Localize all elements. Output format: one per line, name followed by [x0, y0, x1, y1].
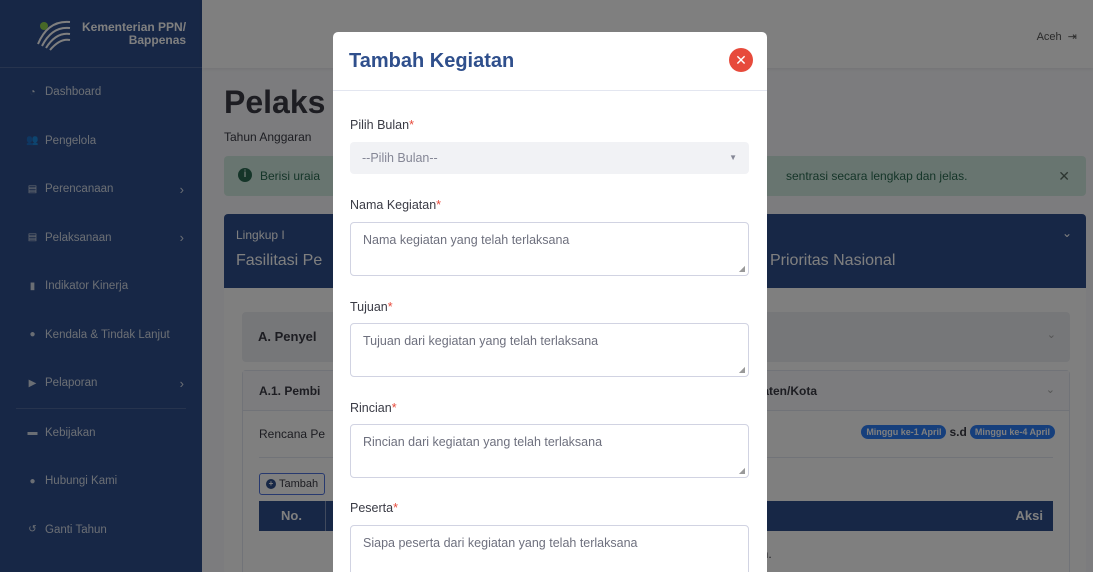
- month-select[interactable]: --Pilih Bulan-- ▼: [350, 142, 749, 174]
- modal-title: Tambah Kegiatan: [349, 50, 515, 72]
- resize-grip-icon[interactable]: ◢: [739, 264, 745, 273]
- peserta-label: Peserta*: [350, 501, 398, 515]
- rincian-label: Rincian*: [350, 401, 397, 415]
- peserta-placeholder: Siapa peserta dari kegiatan yang telah t…: [363, 536, 638, 550]
- nama-label-text: Nama Kegiatan: [350, 198, 437, 212]
- tujuan-label: Tujuan*: [350, 300, 393, 314]
- nama-kegiatan-placeholder: Nama kegiatan yang telah terlaksana: [363, 233, 570, 247]
- required-mark: *: [391, 401, 397, 415]
- close-icon[interactable]: ✕: [729, 48, 753, 72]
- modal-header: Tambah Kegiatan ✕: [333, 32, 767, 91]
- required-mark: *: [409, 118, 414, 132]
- tujuan-placeholder: Tujuan dari kegiatan yang telah terlaksa…: [363, 334, 599, 348]
- rincian-label-text: Rincian: [350, 401, 392, 415]
- add-activity-modal: Tambah Kegiatan ✕ Pilih Bulan* --Pilih B…: [333, 32, 767, 572]
- peserta-label-text: Peserta: [350, 501, 394, 515]
- required-mark: *: [436, 198, 442, 212]
- tujuan-label-text: Tujuan: [350, 300, 388, 314]
- tujuan-field[interactable]: Tujuan dari kegiatan yang telah terlaksa…: [350, 323, 749, 377]
- required-mark: *: [393, 501, 398, 515]
- nama-kegiatan-field[interactable]: Nama kegiatan yang telah terlaksana ◢: [350, 222, 749, 276]
- resize-grip-icon[interactable]: ◢: [739, 466, 745, 475]
- nama-label: Nama Kegiatan*: [350, 198, 441, 212]
- bulan-label-text: Pilih Bulan: [350, 118, 410, 132]
- bulan-label: Pilih Bulan*: [350, 118, 414, 132]
- required-mark: *: [387, 300, 393, 314]
- rincian-placeholder: Rincian dari kegiatan yang telah terlaks…: [363, 435, 603, 449]
- rincian-field[interactable]: Rincian dari kegiatan yang telah terlaks…: [350, 424, 749, 478]
- resize-grip-icon[interactable]: ◢: [739, 365, 745, 374]
- caret-down-icon: ▼: [729, 153, 737, 162]
- month-select-placeholder: --Pilih Bulan--: [362, 151, 438, 165]
- peserta-field[interactable]: Siapa peserta dari kegiatan yang telah t…: [350, 525, 749, 572]
